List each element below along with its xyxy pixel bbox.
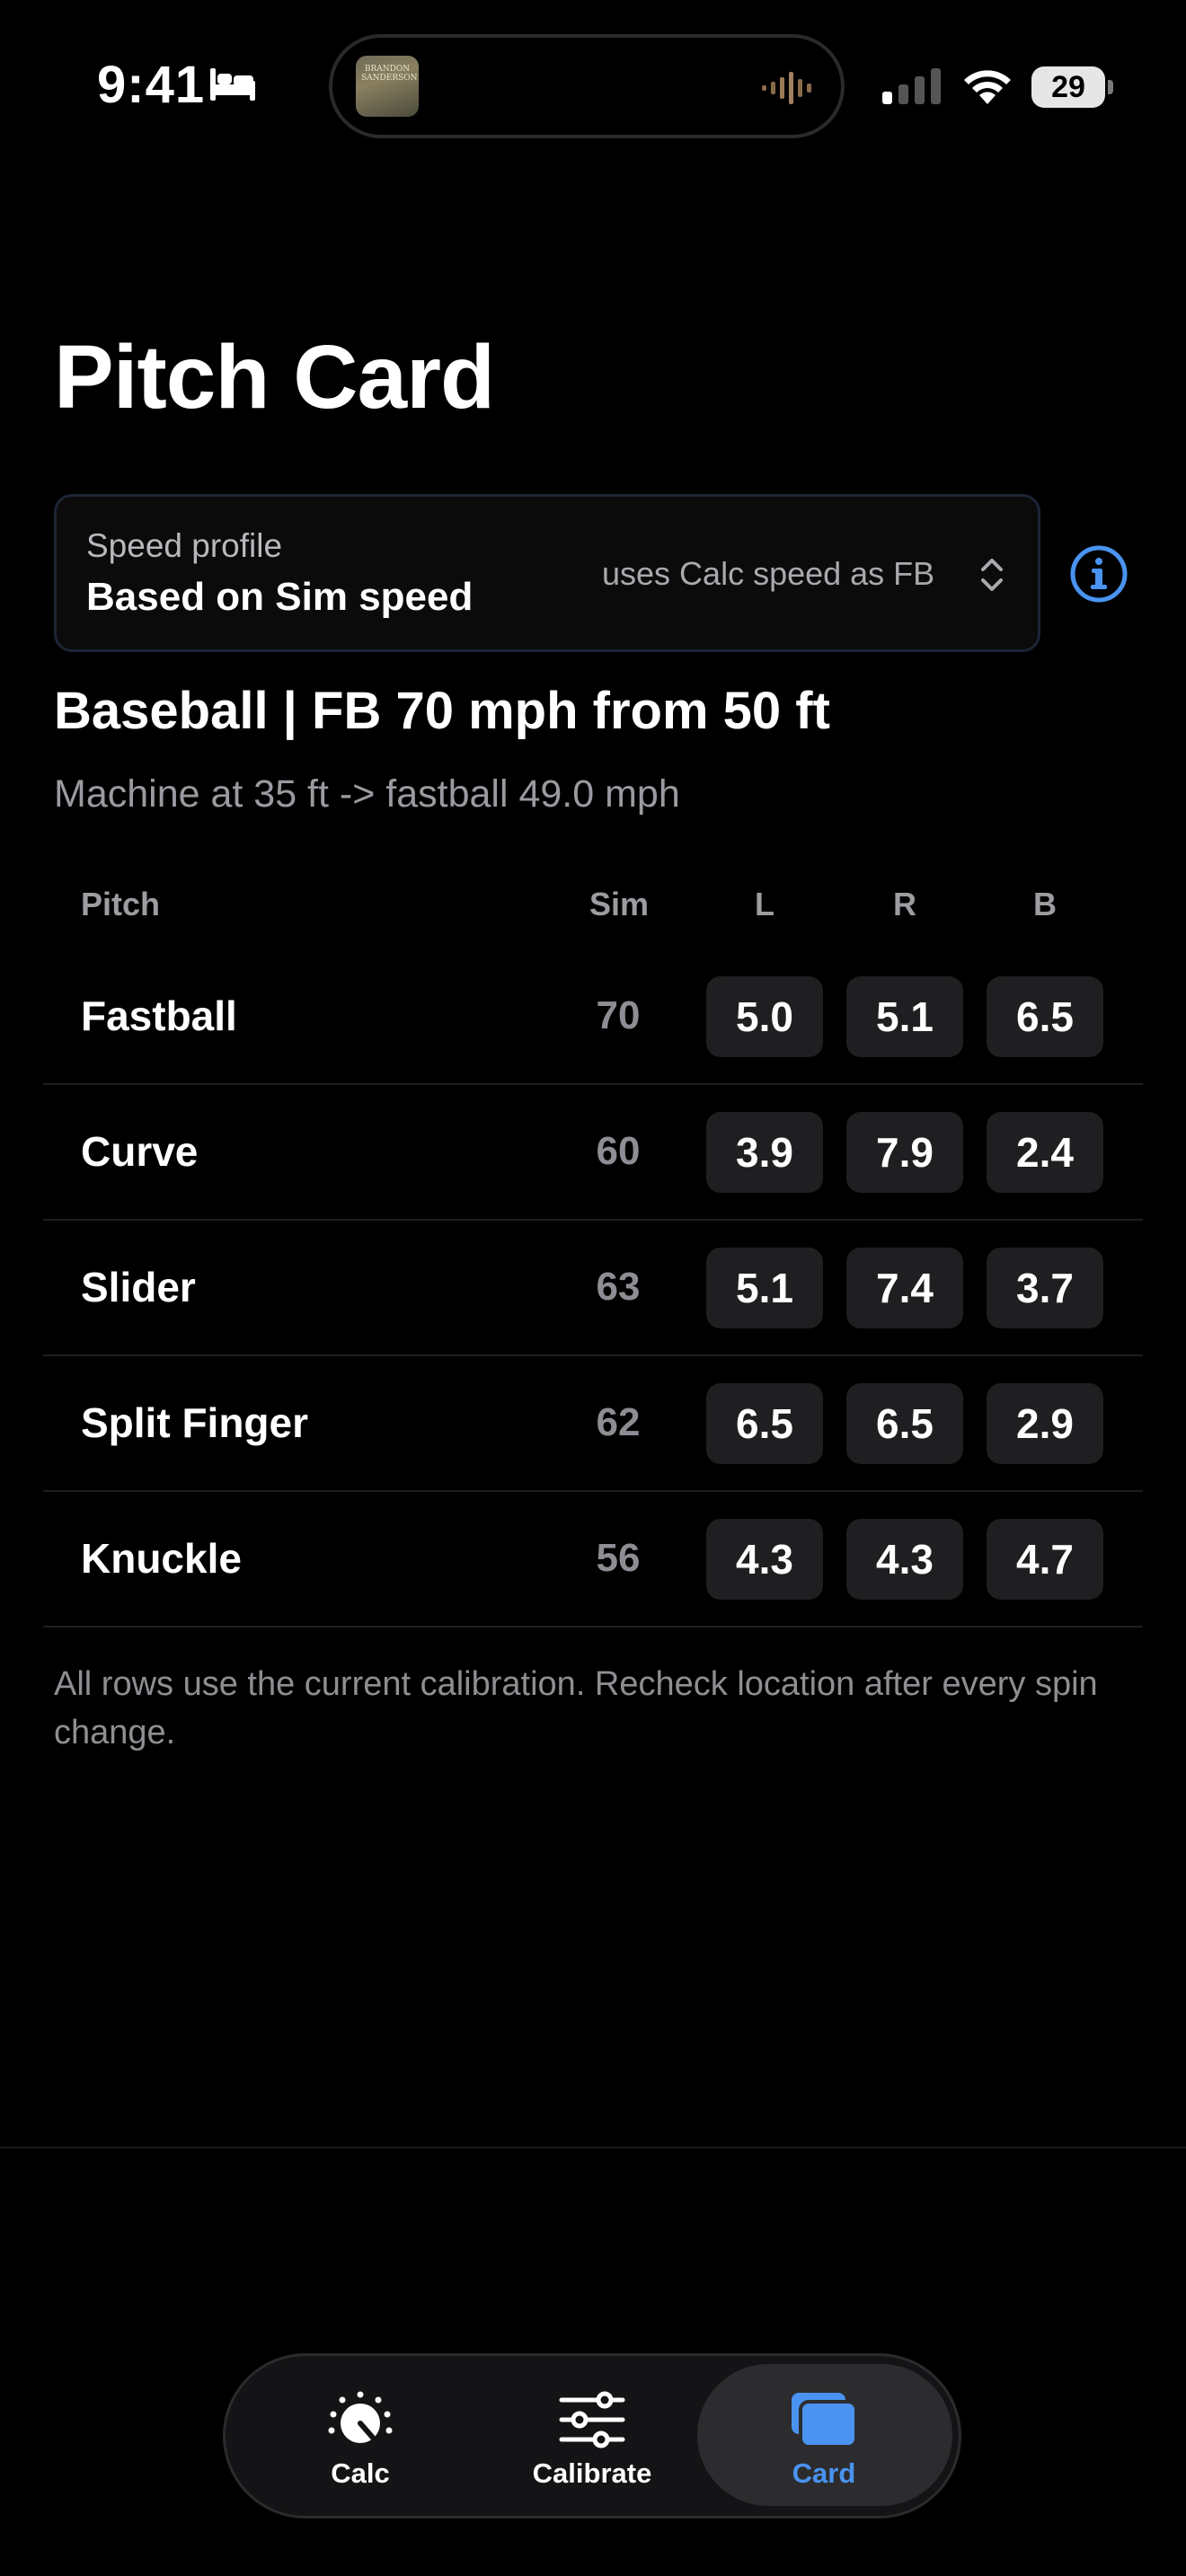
column-header-sim: Sim [589, 886, 650, 922]
wifi-icon [964, 70, 1011, 104]
sim-speed: 63 [596, 1265, 641, 1309]
setting-b: 3.7 [987, 1248, 1103, 1328]
footnote: All rows use the current calibration. Re… [54, 1665, 1098, 1751]
speed-profile-label: Speed profile [86, 527, 283, 564]
chevron-up-down-icon [981, 559, 1003, 591]
setting-l: 4.3 [706, 1519, 823, 1600]
waveform-icon [762, 72, 811, 104]
setting-r: 6.5 [846, 1383, 963, 1464]
machine-summary: Machine at 35 ft -> fastball 49.0 mph [54, 772, 680, 816]
sliders-icon [559, 2391, 625, 2448]
sim-speed: 56 [596, 1536, 641, 1580]
setting-l: 3.9 [706, 1112, 823, 1193]
table-row: Knuckle 56 4.3 4.3 4.7 [43, 1492, 1143, 1628]
setting-r: 7.9 [846, 1112, 963, 1193]
pitch-name: Curve [81, 1128, 199, 1175]
setting-b: 2.4 [987, 1112, 1103, 1193]
content-divider [0, 2147, 1186, 2148]
battery-level: 29 [1031, 66, 1105, 108]
setting-r: 4.3 [846, 1519, 963, 1600]
bed-icon [210, 68, 255, 101]
cellular-signal-icon [882, 68, 941, 104]
tab-card[interactable]: Card [712, 2362, 936, 2527]
table-row: Split Finger 62 6.5 6.5 2.9 [43, 1356, 1143, 1492]
table-row: Fastball 70 5.0 5.1 6.5 [43, 949, 1143, 1085]
sim-speed: 70 [596, 993, 641, 1037]
setting-r: 5.1 [846, 976, 963, 1057]
status-time: 9:41 [97, 56, 206, 114]
config-summary: Baseball | FB 70 mph from 50 ft [54, 682, 830, 740]
table-row: Slider 63 5.1 7.4 3.7 [43, 1221, 1143, 1356]
setting-r: 7.4 [846, 1248, 963, 1328]
row-divider [43, 1626, 1143, 1628]
sim-speed: 60 [596, 1129, 641, 1173]
setting-b: 6.5 [987, 976, 1103, 1057]
setting-l: 5.0 [706, 976, 823, 1057]
gauge-icon [328, 2391, 393, 2443]
speed-profile-value: Based on Sim speed [86, 575, 474, 619]
column-header-l: L [755, 886, 774, 922]
setting-b: 2.9 [987, 1383, 1103, 1464]
tab-label-calibrate: Calibrate [532, 2457, 652, 2489]
pitch-name: Fastball [81, 992, 237, 1039]
page-title: Pitch Card [54, 327, 495, 428]
tab-calibrate[interactable]: Calibrate [480, 2362, 704, 2527]
cards-icon [792, 2393, 858, 2448]
setting-b: 4.7 [987, 1519, 1103, 1600]
tab-calc[interactable]: Calc [248, 2362, 473, 2527]
artwork-text: BRANDON SANDERSON [361, 65, 418, 83]
column-header-r: R [893, 886, 916, 922]
column-header-pitch: Pitch [81, 886, 161, 922]
speed-profile-note: uses Calc speed as FB [602, 555, 935, 592]
sim-speed: 62 [596, 1400, 641, 1444]
table-row: Curve 60 3.9 7.9 2.4 [43, 1085, 1143, 1221]
info-icon[interactable] [1069, 544, 1128, 604]
pitch-name: Knuckle [81, 1535, 242, 1582]
pitch-name: Slider [81, 1264, 196, 1310]
tab-label-card: Card [792, 2457, 856, 2489]
setting-l: 6.5 [706, 1383, 823, 1464]
column-header-b: B [1033, 886, 1057, 922]
tab-label-calc: Calc [331, 2457, 390, 2489]
setting-l: 5.1 [706, 1248, 823, 1328]
battery-icon: 29 [1031, 66, 1114, 108]
pitch-name: Split Finger [81, 1399, 308, 1446]
now-playing-artwork[interactable]: BRANDON SANDERSON [356, 56, 419, 117]
